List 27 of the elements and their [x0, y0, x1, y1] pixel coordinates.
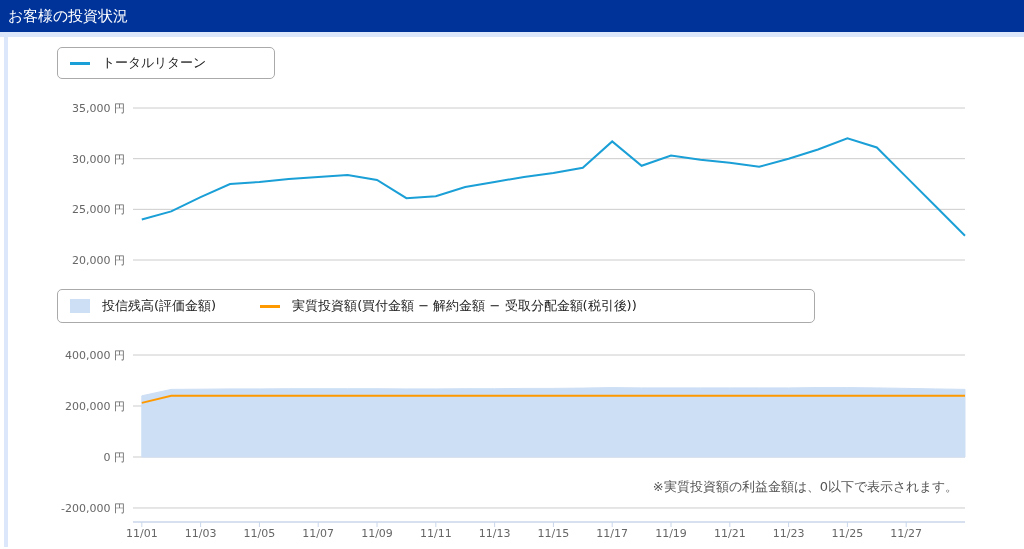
- x-axis-label: 11/15: [537, 527, 570, 540]
- y-axis-label: 35,000 円: [72, 102, 125, 115]
- x-axis-label: 11/27: [890, 527, 923, 540]
- page-title: お客様の投資状況: [8, 6, 128, 26]
- y-axis-label: 0 円: [103, 451, 125, 464]
- x-axis-label: 11/11: [419, 527, 452, 540]
- x-axis-label: 11/03: [184, 527, 217, 540]
- x-axis-label: 11/25: [831, 527, 864, 540]
- y-axis-label: 20,000 円: [72, 254, 125, 267]
- y-axis-label: 400,000 円: [65, 349, 125, 362]
- y-axis-label: 200,000 円: [65, 400, 125, 413]
- x-axis-label: 11/23: [772, 527, 805, 540]
- legend-label: 実質投資額(買付金額 − 解約金額 − 受取分配金額(税引後)): [292, 297, 637, 315]
- y-axis-label: 25,000 円: [72, 203, 125, 217]
- x-axis-label: 11/13: [478, 527, 511, 540]
- x-axis-label: 11/01: [125, 527, 158, 540]
- legend-label: トータルリターン: [102, 54, 206, 72]
- y-axis-label: 30,000 円: [72, 152, 125, 166]
- x-axis-label: 11/05: [243, 527, 276, 540]
- legend-label: 投信残高(評価金額): [102, 297, 217, 315]
- x-axis-label: 11/19: [655, 527, 687, 540]
- y-axis-label: -200,000 円: [61, 502, 125, 515]
- x-axis-label: 11/07: [302, 527, 335, 540]
- x-axis-label: 11/09: [361, 527, 393, 540]
- x-axis-label: 11/21: [713, 527, 746, 540]
- note-text: ※実質投資額の利益金額は、0以下で表示されます。: [652, 479, 958, 494]
- x-axis-label: 11/17: [596, 527, 629, 540]
